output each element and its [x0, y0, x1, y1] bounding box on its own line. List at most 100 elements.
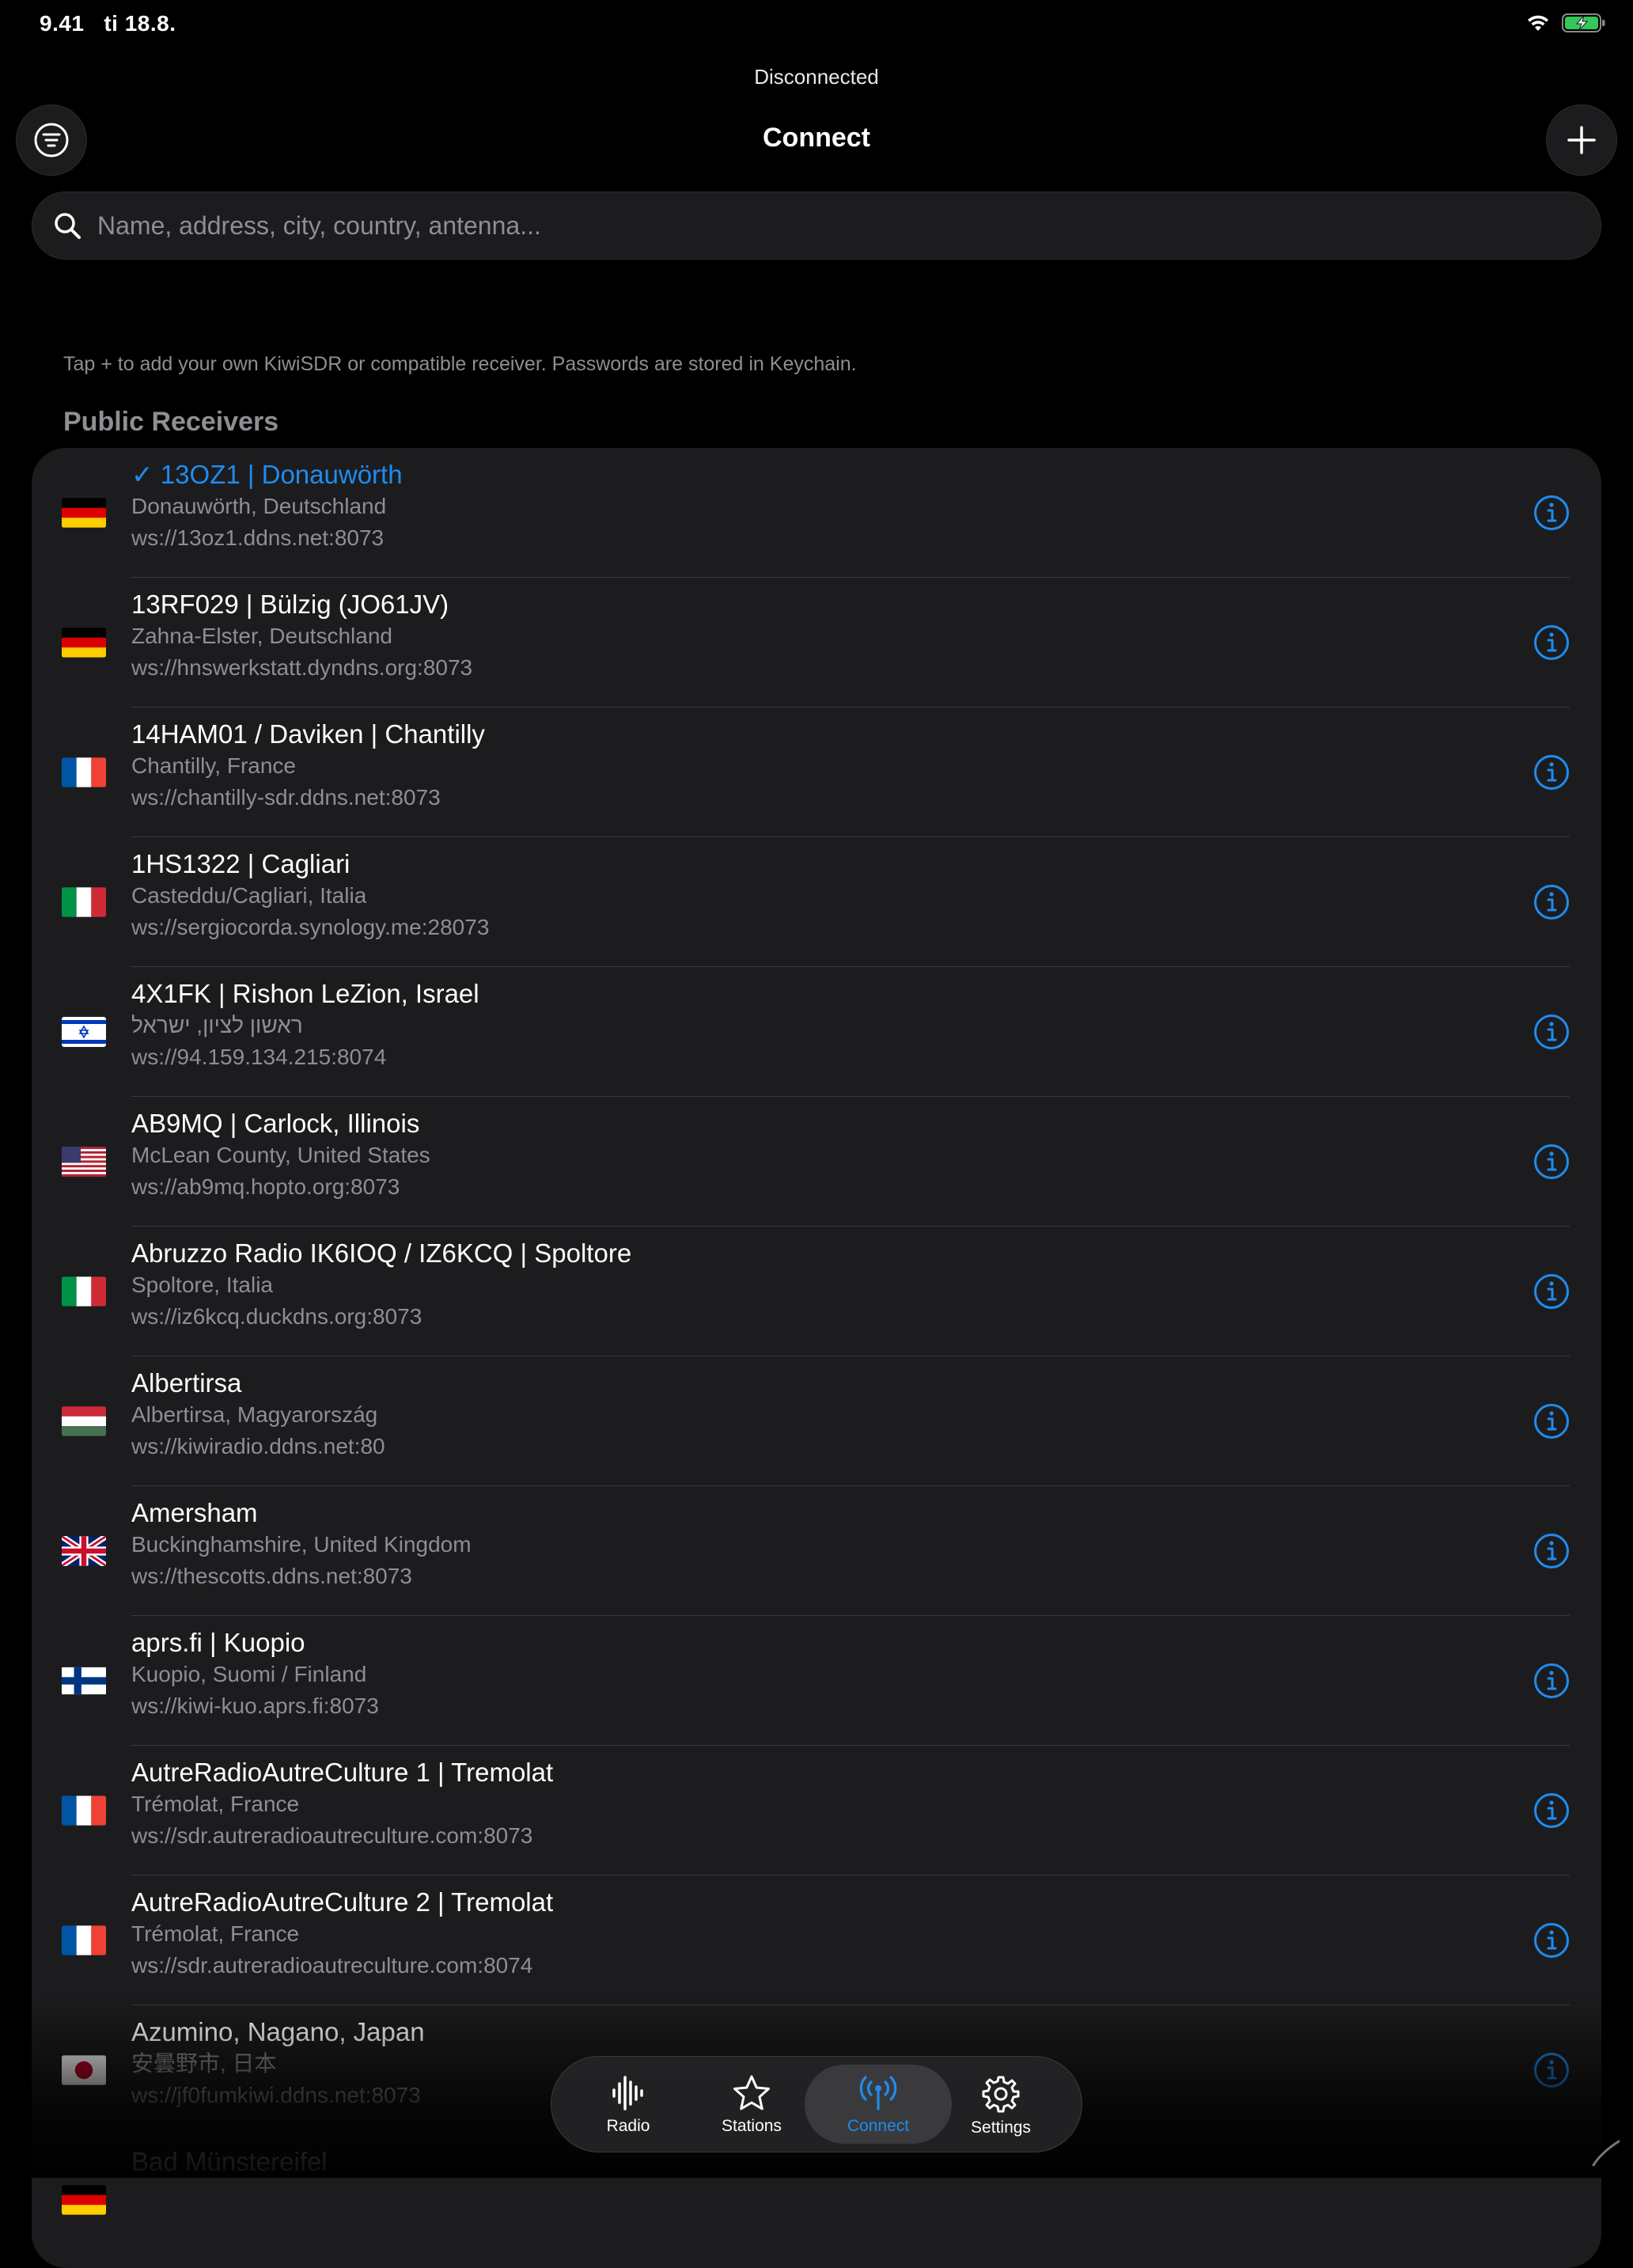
- connection-status: Disconnected: [754, 65, 879, 89]
- receiver-row[interactable]: 14HAM01 / Daviken | Chantilly Chantilly, …: [32, 707, 1601, 837]
- receiver-name: Amersham: [131, 1498, 258, 1527]
- info-icon[interactable]: [1533, 624, 1570, 661]
- receiver-name: ✓ 13OZ1 | Donauwörth: [131, 460, 403, 489]
- info-icon[interactable]: [1533, 1273, 1570, 1310]
- receiver-texts: AB9MQ | Carlock, Illinois McLean County, …: [131, 1108, 430, 1203]
- receiver-url: ws://13oz1.ddns.net:8073: [131, 525, 385, 550]
- receiver-row[interactable]: aprs.fi | Kuopio Kuopio, Suomi / Finland w…: [32, 1616, 1601, 1746]
- receiver-texts: aprs.fi | Kuopio Kuopio, Suomi / Finland w…: [131, 1627, 379, 1722]
- tab-connect-label: Connect: [847, 2117, 910, 2135]
- receiver-url: ws://jf0fumkiwi.ddns.net:8073: [131, 2083, 421, 2107]
- waveform-icon: [612, 2076, 643, 2111]
- receiver-row[interactable]: Amersham Buckinghamshire, United Kingdom w…: [32, 1486, 1601, 1616]
- flag-icon-us: [62, 1147, 106, 1177]
- receiver-texts: AutreRadioAutreCulture 2 | Tremolat Trémo…: [131, 1887, 553, 1982]
- tab-settings-label: Settings: [971, 2118, 1031, 2137]
- tab-settings[interactable]: Settings: [942, 2065, 1060, 2144]
- receiver-texts: Bad Münstereifel: [131, 2146, 328, 2178]
- info-icon[interactable]: [1533, 1792, 1570, 1829]
- receiver-location: Zahna-Elster, Deutschland: [131, 624, 392, 648]
- receiver-row[interactable]: AB9MQ | Carlock, Illinois McLean County, …: [32, 1097, 1601, 1227]
- receiver-url: ws://chantilly-sdr.ddns.net:8073: [131, 785, 441, 810]
- receiver-url: ws://thescotts.ddns.net:8073: [131, 1564, 412, 1588]
- receiver-location: McLean County, United States: [131, 1143, 430, 1167]
- plus-icon: [1567, 126, 1596, 154]
- receiver-url: ws://iz6kcq.duckdns.org:8073: [131, 1304, 422, 1329]
- section-header: Public Receivers: [63, 407, 279, 437]
- receiver-url: ws://sdr.autreradioautreculture.com:8074: [131, 1953, 533, 1978]
- receiver-url: ws://94.159.134.215:8074: [131, 1045, 387, 1069]
- tab-bar: Radio Stations Connect Settings: [551, 2056, 1082, 2152]
- info-icon[interactable]: [1533, 884, 1570, 920]
- receiver-name: 13RF029 | Bülzig (JO61JV): [131, 590, 449, 619]
- flag-icon-hu: [62, 1406, 106, 1436]
- receiver-row[interactable]: 4X1FK | Rishon LeZion, Israel ראשון לציון…: [32, 967, 1601, 1097]
- info-icon[interactable]: [1533, 1014, 1570, 1050]
- antenna-icon: [859, 2076, 897, 2111]
- receiver-row[interactable]: Albertirsa Albertirsa, Magyarország ws://k…: [32, 1356, 1601, 1486]
- flag-icon-it: [62, 887, 106, 917]
- search-icon: [55, 213, 81, 239]
- receiver-url: ws://hnswerkstatt.dyndns.org:8073: [131, 655, 473, 680]
- receiver-name: 14HAM01 / Daviken | Chantilly: [131, 719, 485, 749]
- star-icon: [733, 2075, 770, 2111]
- wifi-icon: [1528, 15, 1548, 31]
- info-icon[interactable]: [1533, 2052, 1570, 2088]
- receiver-list: ✓ 13OZ1 | Donauwörth Donauwörth, Deutschl…: [32, 448, 1601, 2268]
- receiver-texts: ✓ 13OZ1 | Donauwörth Donauwörth, Deutschl…: [131, 459, 403, 554]
- flag-icon-il: [62, 1017, 106, 1047]
- receiver-name: AutreRadioAutreCulture 1 | Tremolat: [131, 1758, 554, 1787]
- receiver-row[interactable]: AutreRadioAutreCulture 2 | Tremolat Trémo…: [32, 1875, 1601, 2005]
- receiver-name: Abruzzo Radio IK6IOQ / IZ6KCQ | Spoltore: [131, 1238, 632, 1268]
- flag-icon-de: [62, 498, 106, 528]
- receiver-row[interactable]: 13RF029 | Bülzig (JO61JV) Zahna-Elster, D…: [32, 578, 1601, 707]
- receiver-url: ws://sergiocorda.synology.me:28073: [131, 915, 490, 939]
- info-icon[interactable]: [1533, 1533, 1570, 1569]
- receiver-location: Buckinghamshire, United Kingdom: [131, 1532, 472, 1557]
- receiver-name: 4X1FK | Rishon LeZion, Israel: [131, 979, 479, 1008]
- info-icon[interactable]: [1533, 1663, 1570, 1699]
- gear-icon: [982, 2076, 1020, 2113]
- receiver-name: aprs.fi | Kuopio: [131, 1628, 305, 1657]
- info-icon[interactable]: [1533, 754, 1570, 791]
- flag-icon-it: [62, 1276, 106, 1307]
- search-input[interactable]: [96, 210, 1523, 241]
- receiver-location: Albertirsa, Magyarország: [131, 1402, 378, 1427]
- receiver-name: AutreRadioAutreCulture 2 | Tremolat: [131, 1887, 554, 1917]
- flag-icon-jp: [62, 2055, 106, 2085]
- info-icon[interactable]: [1533, 1143, 1570, 1180]
- receiver-row[interactable]: Bad Münstereifel: [32, 2135, 1601, 2265]
- flag-icon-fr: [62, 1925, 106, 1955]
- receiver-url: ws://sdr.autreradioautreculture.com:8073: [131, 1823, 533, 1848]
- receiver-texts: Azumino, Nagano, Japan 安曇野市, 日本 ws://jf0fu…: [131, 2016, 425, 2111]
- receiver-name: 1HS1322 | Cagliari: [131, 849, 350, 878]
- search-bar[interactable]: [32, 192, 1601, 260]
- info-icon[interactable]: [1533, 1922, 1570, 1959]
- receiver-name: Albertirsa: [131, 1368, 242, 1398]
- receiver-texts: 13RF029 | Bülzig (JO61JV) Zahna-Elster, D…: [131, 589, 472, 684]
- receiver-row[interactable]: AutreRadioAutreCulture 1 | Tremolat Trémo…: [32, 1746, 1601, 1875]
- receiver-name: Azumino, Nagano, Japan: [131, 2017, 425, 2046]
- tab-radio-label: Radio: [606, 2117, 650, 2135]
- tab-radio[interactable]: Radio: [569, 2065, 688, 2144]
- receiver-row[interactable]: ✓ 13OZ1 | Donauwörth Donauwörth, Deutschl…: [32, 448, 1601, 578]
- flag-icon-fr: [62, 1796, 106, 1826]
- status-bar-icons: [1525, 13, 1606, 33]
- receiver-row[interactable]: Abruzzo Radio IK6IOQ / IZ6KCQ | Spoltore…: [32, 1227, 1601, 1356]
- receiver-row[interactable]: 1HS1322 | Cagliari Casteddu/Cagliari, Ita…: [32, 837, 1601, 967]
- add-receiver-button[interactable]: [1546, 104, 1617, 176]
- info-icon[interactable]: [1533, 1403, 1570, 1439]
- receiver-location: Trémolat, France: [131, 1792, 300, 1816]
- receiver-location: Chantilly, France: [131, 753, 297, 778]
- tab-stations[interactable]: Stations: [692, 2065, 811, 2144]
- page-title: Connect: [763, 123, 870, 153]
- tab-connect[interactable]: Connect: [805, 2065, 952, 2144]
- receiver-location: Spoltore, Italia: [131, 1272, 273, 1297]
- receiver-location: Casteddu/Cagliari, Italia: [131, 883, 367, 908]
- status-date: ti 18.8.: [104, 11, 176, 36]
- receiver-url: ws://kiwiradio.ddns.net:80: [131, 1434, 385, 1458]
- receiver-texts: AutreRadioAutreCulture 1 | Tremolat Trémo…: [131, 1757, 553, 1852]
- receiver-url: ws://kiwi-kuo.aprs.fi:8073: [131, 1693, 379, 1718]
- info-icon[interactable]: [1533, 495, 1570, 531]
- flag-icon-de: [62, 2185, 106, 2215]
